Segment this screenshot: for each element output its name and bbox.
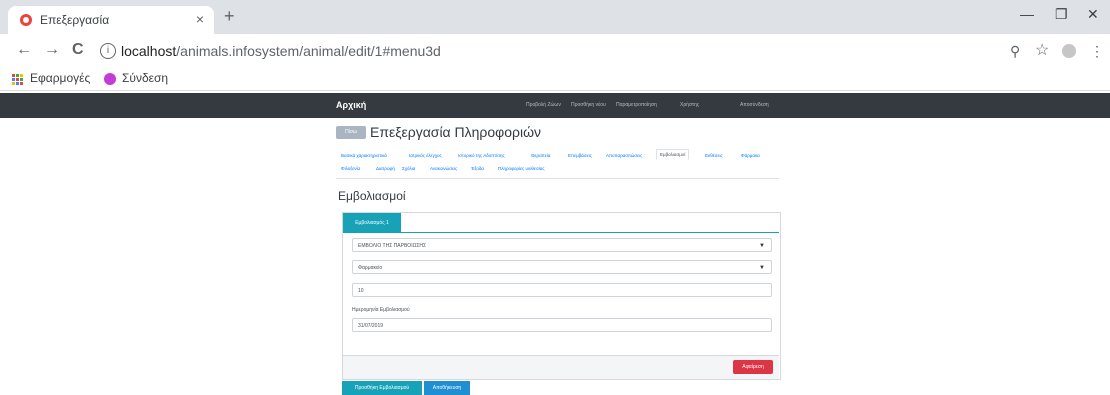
- tab-close-icon[interactable]: ×: [196, 11, 204, 27]
- forward-arrow-icon[interactable]: →: [44, 41, 60, 59]
- favicon-icon: [20, 14, 32, 26]
- tab-reports[interactable]: Εκθέσεις: [705, 153, 723, 158]
- close-window-icon[interactable]: ✕: [1087, 6, 1099, 23]
- tab-vaccinations[interactable]: Εμβολιασμοί: [656, 149, 690, 160]
- back-button[interactable]: Πίσω: [336, 126, 366, 139]
- pharmacy-select[interactable]: Φαρμακείο ▼: [352, 260, 772, 274]
- browser-tab[interactable]: Επεξεργασία ×: [8, 6, 214, 34]
- app-navbar: Αρχική Προβολή Ζώων Προσθήκη νέου Παραμε…: [0, 93, 1110, 118]
- minimize-icon[interactable]: —: [1020, 6, 1034, 22]
- add-vaccination-button[interactable]: Προσθήκη Εμβολιασμού: [342, 381, 422, 395]
- nav-add-new[interactable]: Προσθήκη νέου: [571, 102, 606, 108]
- tab-adoption-history[interactable]: Ιστορικό της Αδοπτ/σης: [458, 153, 505, 158]
- profile-avatar-icon[interactable]: [1062, 44, 1076, 58]
- date-input[interactable]: 31/07/2019: [352, 318, 772, 332]
- bookmark-login[interactable]: Σύνδεση: [122, 71, 168, 85]
- url-field[interactable]: localhost/animals.infosystem/animal/edit…: [121, 43, 441, 59]
- apps-grid-icon[interactable]: [12, 74, 24, 86]
- card-header-divider: [343, 232, 779, 233]
- brand-link[interactable]: Αρχική: [336, 100, 366, 110]
- bookmark-apps[interactable]: Εφαρμογές: [30, 71, 90, 85]
- tab-hosting[interactable]: Φιλοξενία: [341, 166, 360, 171]
- pharmacy-select-value: Φαρμακείο: [358, 265, 383, 271]
- tab-medical-check[interactable]: Ιατρικός έλεγχος: [409, 153, 442, 158]
- url-path: /animals.infosystem/animal/edit/1#menu3d: [176, 43, 441, 59]
- tab-diet[interactable]: Διατροφή: [376, 166, 395, 171]
- tab-expenses[interactable]: Έξοδα: [471, 166, 484, 171]
- tab-medicines[interactable]: Φάρμακα: [741, 153, 760, 158]
- date-label: Ημερομηνία Εμβολιασμού: [352, 307, 410, 313]
- reload-icon[interactable]: C: [72, 41, 84, 59]
- tab-adoption-info[interactable]: Πληροφορίες υιοθεσίας: [498, 166, 545, 171]
- nav-settings[interactable]: Παραμετροποίηση: [616, 102, 657, 108]
- section-title: Εμβολιασμοί: [338, 189, 406, 203]
- nav-view-animals[interactable]: Προβολή Ζώων: [526, 102, 561, 108]
- tab-surgeries[interactable]: Επεμβάσεις: [568, 153, 592, 158]
- tab-therapy[interactable]: Θεραπεία: [531, 153, 550, 158]
- tab-comments[interactable]: Σχόλια: [402, 166, 415, 171]
- tab-title: Επεξεργασία: [40, 13, 110, 27]
- zoom-icon[interactable]: ⚲: [1010, 43, 1020, 60]
- tab-deworming[interactable]: Αποπαρασιτώσεις: [606, 153, 642, 158]
- section-tabs: Βασικά χαρακτηριστικά Ιατρικός έλεγχος Ι…: [336, 148, 779, 179]
- restore-icon[interactable]: ❐: [1055, 6, 1068, 23]
- card-footer: [343, 355, 779, 379]
- save-button[interactable]: Αποθήκευση: [424, 381, 470, 395]
- star-icon[interactable]: ☆: [1035, 40, 1049, 60]
- remove-vaccination-button[interactable]: Αφαίρεση: [733, 360, 773, 374]
- tab-basic[interactable]: Βασικά χαρακτηριστικά: [341, 153, 387, 158]
- login-bookmark-icon: [104, 73, 116, 85]
- address-bar: ← → C i localhost/animals.infosystem/ani…: [0, 34, 1110, 68]
- nav-logout[interactable]: Αποσύνδεση: [740, 102, 769, 108]
- vaccine-select[interactable]: ΕΜΒΟΛΙΟ ΤΗΣ ΠΑΡΒΟΙΩΣΗΣ ▼: [352, 238, 772, 252]
- vaccine-select-value: ΕΜΒΟΛΙΟ ΤΗΣ ΠΑΡΒΟΙΩΣΗΣ: [358, 243, 427, 249]
- browser-tab-bar: Επεξεργασία × + — ❐ ✕: [0, 0, 1110, 34]
- caret-down-icon: ▼: [759, 265, 765, 271]
- vaccination-tab[interactable]: Εμβολιασμός 1: [343, 213, 401, 233]
- caret-down-icon: ▼: [759, 243, 765, 249]
- dose-input[interactable]: 10: [352, 283, 772, 297]
- nav-user[interactable]: Χρήστης: [680, 102, 699, 108]
- page-title: Επεξεργασία Πληροφοριών: [370, 124, 542, 140]
- back-arrow-icon[interactable]: ←: [16, 41, 32, 59]
- url-host: localhost: [121, 43, 177, 59]
- tab-announcements[interactable]: Ανακοινώσεις: [430, 166, 457, 171]
- menu-dots-icon[interactable]: ⋮: [1090, 43, 1104, 60]
- info-icon[interactable]: i: [100, 43, 116, 59]
- new-tab-icon[interactable]: +: [224, 6, 235, 27]
